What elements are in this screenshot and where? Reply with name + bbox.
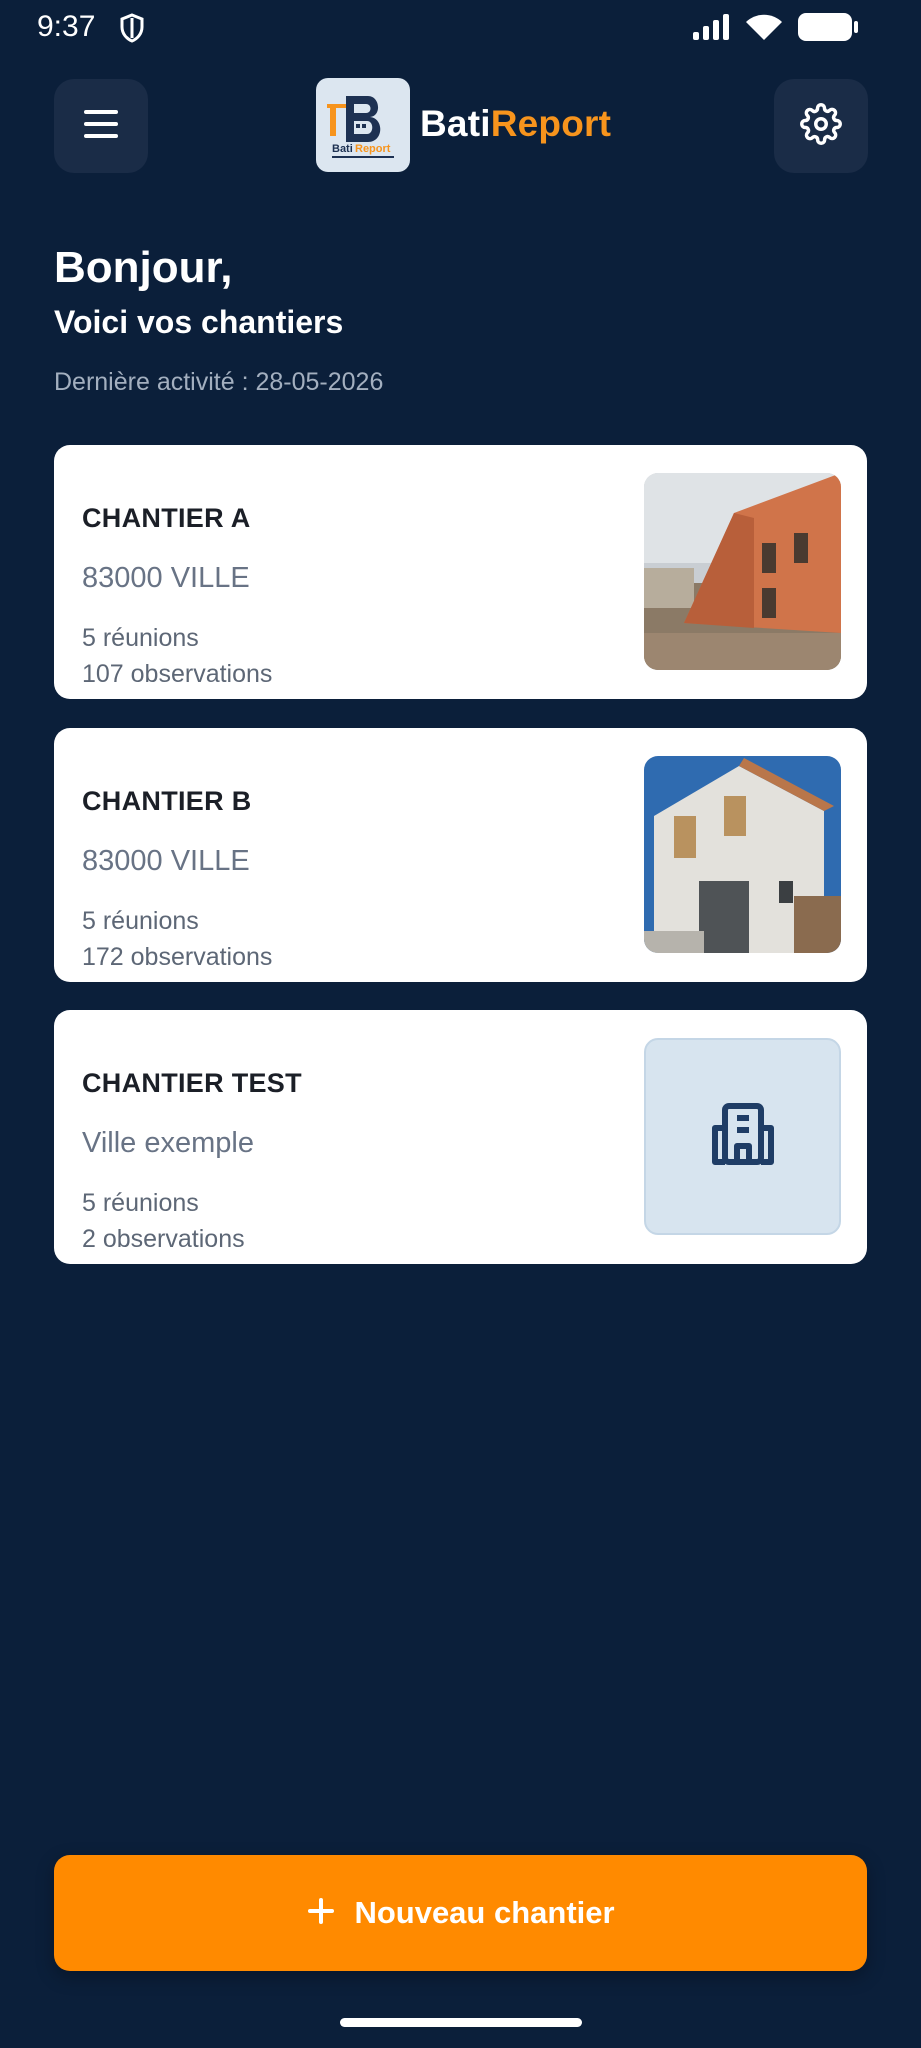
settings-button[interactable]: [774, 79, 868, 173]
gear-icon: [800, 102, 842, 150]
project-meetings: 5 réunions: [82, 907, 199, 935]
logo-wordmark-bati: Bati: [332, 143, 353, 155]
greeting: Bonjour,: [54, 243, 233, 292]
app-screen: 9:37 Bati Report BatiReport Bonjour, Voi…: [0, 0, 921, 2048]
hamburger-menu-icon: [82, 107, 120, 146]
brand-title: BatiReport: [420, 103, 611, 145]
new-project-button[interactable]: Nouveau chantier: [54, 1855, 867, 1971]
status-bar: 9:37: [0, 0, 921, 56]
plus-icon: [306, 1896, 336, 1931]
project-name: CHANTIER A: [82, 503, 251, 533]
project-name: CHANTIER TEST: [82, 1068, 302, 1098]
project-city: 83000 VILLE: [82, 562, 250, 594]
brand-title-report: Report: [490, 103, 612, 144]
last-activity: Dernière activité : 28-05-2026: [54, 368, 384, 396]
building-icon: [709, 1102, 777, 1171]
shield-icon: [118, 12, 146, 49]
project-observations: 2 observations: [82, 1225, 245, 1253]
app-logo: Bati Report: [316, 78, 410, 172]
project-name: CHANTIER B: [82, 786, 252, 816]
status-time: 9:37: [37, 10, 96, 43]
project-card[interactable]: CHANTIER A 83000 VILLE 5 réunions 107 ob…: [54, 445, 867, 699]
page-subtitle: Voici vos chantiers: [54, 304, 344, 340]
home-indicator[interactable]: [340, 2018, 582, 2027]
project-meetings: 5 réunions: [82, 1189, 199, 1217]
project-city: 83000 VILLE: [82, 845, 250, 877]
project-card[interactable]: CHANTIER B 83000 VILLE 5 réunions 172 ob…: [54, 728, 867, 982]
project-card[interactable]: CHANTIER TEST Ville exemple 5 réunions 2…: [54, 1010, 867, 1264]
project-thumbnail: [644, 756, 841, 953]
project-city: Ville exemple: [82, 1127, 254, 1159]
logo-wordmark-report: Report: [355, 143, 391, 155]
status-icons: [691, 12, 859, 47]
menu-button[interactable]: [54, 79, 148, 173]
project-observations: 107 observations: [82, 660, 273, 688]
project-thumbnail: [644, 473, 841, 670]
brand-title-bati: Bati: [420, 103, 491, 144]
battery-icon: [797, 12, 859, 47]
signal-icon: [691, 13, 731, 46]
project-meetings: 5 réunions: [82, 624, 199, 652]
wifi-icon: [745, 13, 783, 46]
project-thumbnail-placeholder: [644, 1038, 841, 1235]
new-project-label: Nouveau chantier: [354, 1895, 615, 1930]
project-observations: 172 observations: [82, 943, 273, 971]
